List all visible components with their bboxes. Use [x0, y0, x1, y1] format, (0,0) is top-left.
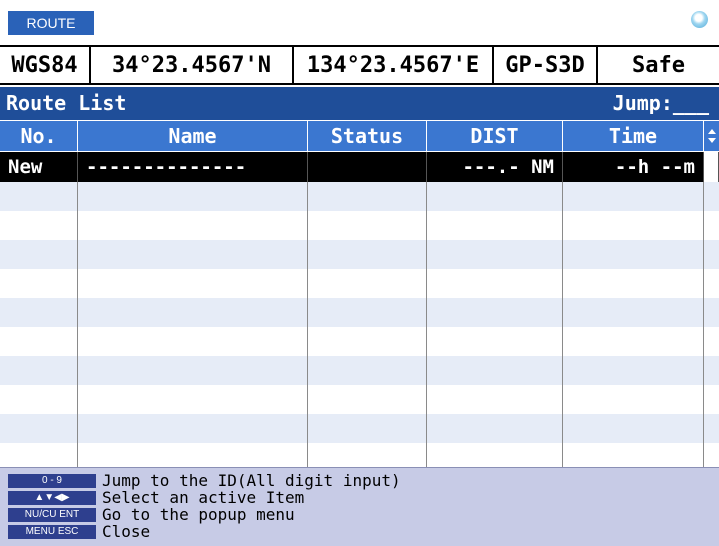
cell-dist: ---.- NM [427, 152, 563, 182]
column-time[interactable]: Time [563, 121, 704, 151]
route-list-title-bar: Route List Jump:___ [0, 87, 719, 120]
help-line: 0 - 9 Jump to the ID(All digit input) [8, 471, 401, 490]
status-light-icon [691, 11, 708, 28]
key-arrows-badge: ▲▼◀▶ [8, 490, 96, 505]
table-row[interactable] [0, 414, 719, 443]
table-row[interactable] [0, 269, 719, 298]
table-header: No. Name Status DIST Time [0, 121, 719, 151]
help-line: MENU ESC Close [8, 522, 151, 541]
cell-no: New [0, 152, 78, 182]
column-dist[interactable]: DIST [427, 121, 563, 151]
route-button[interactable]: ROUTE [8, 11, 94, 35]
longitude-readout: 134°23.4567'E [294, 47, 494, 83]
help-line: NU/CU ENT Go to the popup menu [8, 505, 295, 524]
table-row[interactable] [0, 298, 719, 327]
jump-input[interactable]: Jump:___ [613, 91, 709, 115]
table-row[interactable] [0, 240, 719, 269]
key-enter-badge: NU/CU ENT [8, 507, 96, 522]
column-name[interactable]: Name [78, 121, 308, 151]
datum-label: WGS84 [0, 47, 91, 83]
sort-arrows-icon[interactable] [704, 121, 719, 151]
table-row[interactable] [0, 211, 719, 240]
cell-name: -------------- [78, 152, 308, 182]
table-row[interactable] [0, 385, 719, 414]
column-status[interactable]: Status [308, 121, 427, 151]
column-no[interactable]: No. [0, 121, 78, 151]
table-row[interactable] [0, 356, 719, 385]
key-digits-badge: 0 - 9 [8, 473, 96, 488]
position-bar: WGS84 34°23.4567'N 134°23.4567'E GP-S3D … [0, 45, 719, 85]
safety-state-label: Safe [632, 52, 685, 78]
scrollbar-cell [704, 152, 719, 182]
latitude-readout: 34°23.4567'N [91, 47, 294, 83]
help-text: Close [102, 522, 151, 541]
top-bar: ROUTE [0, 0, 719, 40]
table-row-new[interactable]: New -------------- ---.- NM --h --m [0, 152, 719, 182]
route-table: New -------------- ---.- NM --h --m [0, 152, 719, 472]
table-row[interactable] [0, 327, 719, 356]
help-line: ▲▼◀▶ Select an active Item [8, 488, 304, 507]
help-footer: 0 - 9 Jump to the ID(All digit input) ▲▼… [0, 467, 719, 546]
page-title: Route List [6, 91, 127, 115]
table-row[interactable] [0, 182, 719, 211]
key-menu-esc-badge: MENU ESC [8, 524, 96, 539]
cell-time: --h --m [563, 152, 704, 182]
fix-mode-label: GP-S3D [494, 47, 598, 83]
cell-status [308, 152, 427, 182]
